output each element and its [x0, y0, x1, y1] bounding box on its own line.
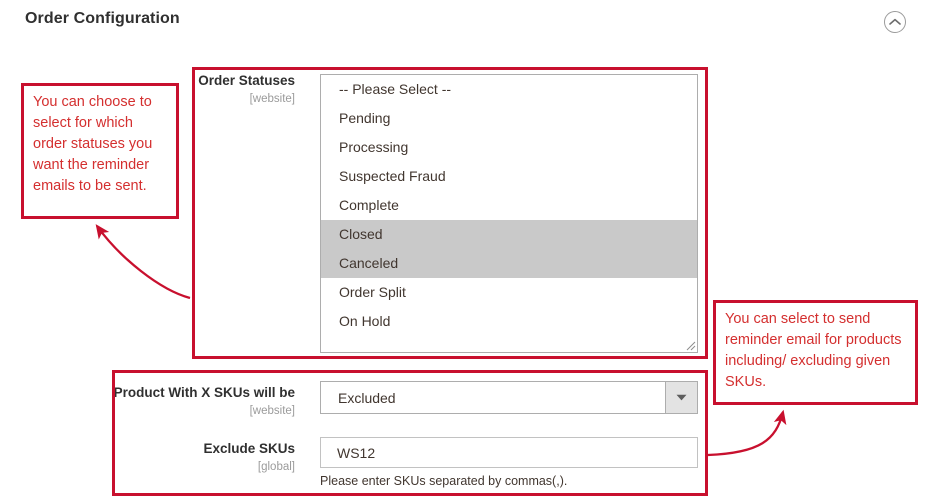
order-statuses-scope: [website] [180, 91, 295, 107]
order-statuses-label: Order Statuses [website] [180, 72, 295, 107]
exclude-skus-label: Exclude SKUs [global] [110, 440, 295, 475]
list-item[interactable]: Suspected Fraud [321, 162, 697, 191]
exclude-skus-input[interactable] [320, 437, 698, 468]
annotation-callout-left: You can choose to select for which order… [21, 83, 179, 219]
arrow-right-callout [708, 412, 783, 455]
chevron-down-icon[interactable] [665, 382, 697, 413]
list-item[interactable]: Order Split [321, 278, 697, 307]
exclude-skus-label-text: Exclude SKUs [203, 441, 295, 456]
list-item[interactable]: Closed [321, 220, 697, 249]
product-with-x-skus-label-text: Product With X SKUs will be [114, 385, 295, 400]
list-item[interactable]: Complete [321, 191, 697, 220]
product-with-x-skus-value: Excluded [321, 382, 665, 413]
list-item[interactable]: Processing [321, 133, 697, 162]
page-title: Order Configuration [25, 10, 180, 28]
list-item[interactable]: Pending [321, 104, 697, 133]
arrow-left-callout [97, 226, 190, 298]
product-with-x-skus-scope: [website] [110, 403, 295, 419]
list-item[interactable]: -- Please Select -- [321, 75, 697, 104]
annotation-callout-right: You can select to send reminder email fo… [713, 300, 918, 405]
order-statuses-multiselect[interactable]: -- Please Select -- Pending Processing S… [320, 74, 698, 353]
resize-handle-icon[interactable] [683, 338, 696, 351]
product-with-x-skus-select[interactable]: Excluded [320, 381, 698, 414]
list-item[interactable]: On Hold [321, 307, 697, 336]
exclude-skus-note: Please enter SKUs separated by commas(,)… [320, 474, 567, 488]
chevron-up-circle-icon[interactable] [884, 11, 906, 33]
product-with-x-skus-label: Product With X SKUs will be [website] [110, 384, 295, 419]
list-item[interactable]: Canceled [321, 249, 697, 278]
order-configuration-page: Order Configuration Order Statuses [webs… [0, 0, 933, 502]
section-header: Order Configuration [0, 0, 933, 44]
order-statuses-label-text: Order Statuses [198, 73, 295, 88]
exclude-skus-scope: [global] [110, 459, 295, 475]
